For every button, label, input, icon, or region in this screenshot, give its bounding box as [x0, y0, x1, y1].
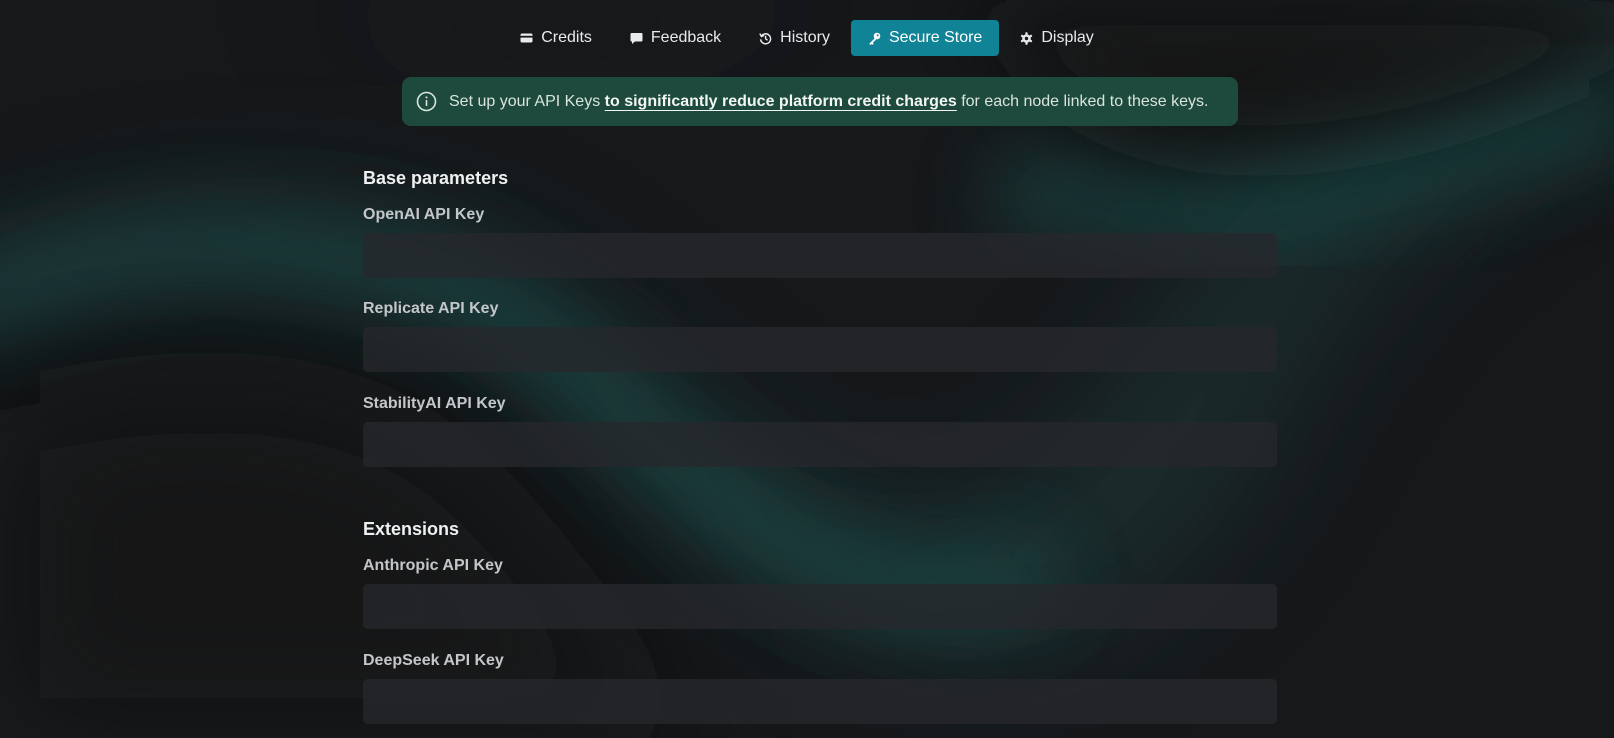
gear-icon — [1020, 31, 1033, 45]
section-title-extensions: Extensions — [363, 519, 460, 539]
tab-label: Feedback — [650, 29, 722, 46]
tab-secure-store[interactable]: Secure Store — [850, 20, 1000, 56]
deepseek-api-key-label: DeepSeek API Key — [363, 652, 504, 669]
anthropic-api-key-label: Anthropic API Key — [363, 557, 503, 574]
tab-display[interactable]: Display — [1003, 20, 1110, 56]
section-title-base-parameters: Base parameters — [363, 168, 509, 188]
tab-label: Display — [1041, 29, 1094, 46]
banner-text-suffix: for each node linked to these keys. — [961, 92, 1209, 110]
info-circle-icon — [416, 91, 437, 112]
api-keys-info-banner: Set up your API Keys to significantly re… — [402, 77, 1238, 126]
credit-card-icon — [520, 32, 533, 45]
deepseek-api-key-input[interactable] — [363, 679, 1277, 724]
chat-bubble-icon — [630, 32, 643, 45]
openai-api-key-label: OpenAI API Key — [363, 206, 485, 223]
tab-label: Credits — [541, 29, 592, 46]
replicate-api-key-label: Replicate API Key — [363, 300, 499, 317]
settings-tab-bar: Credits Feedback History Secure Store Di… — [0, 20, 1614, 56]
banner-text-prefix: Set up your API Keys — [449, 92, 601, 110]
replicate-api-key-input[interactable] — [363, 327, 1277, 372]
key-icon — [868, 32, 881, 45]
stabilityai-api-key-label: StabilityAI API Key — [363, 395, 506, 412]
tab-feedback[interactable]: Feedback — [613, 20, 738, 56]
history-icon — [759, 32, 772, 45]
tab-credits[interactable]: Credits — [503, 20, 609, 56]
stabilityai-api-key-input[interactable] — [363, 422, 1277, 467]
openai-api-key-input[interactable] — [363, 233, 1277, 278]
reduce-credit-charges-link[interactable]: to significantly reduce platform credit … — [605, 93, 957, 110]
anthropic-api-key-input[interactable] — [363, 584, 1277, 629]
tab-history[interactable]: History — [742, 20, 847, 56]
tab-label: Secure Store — [888, 29, 983, 46]
tab-label: History — [780, 29, 830, 46]
